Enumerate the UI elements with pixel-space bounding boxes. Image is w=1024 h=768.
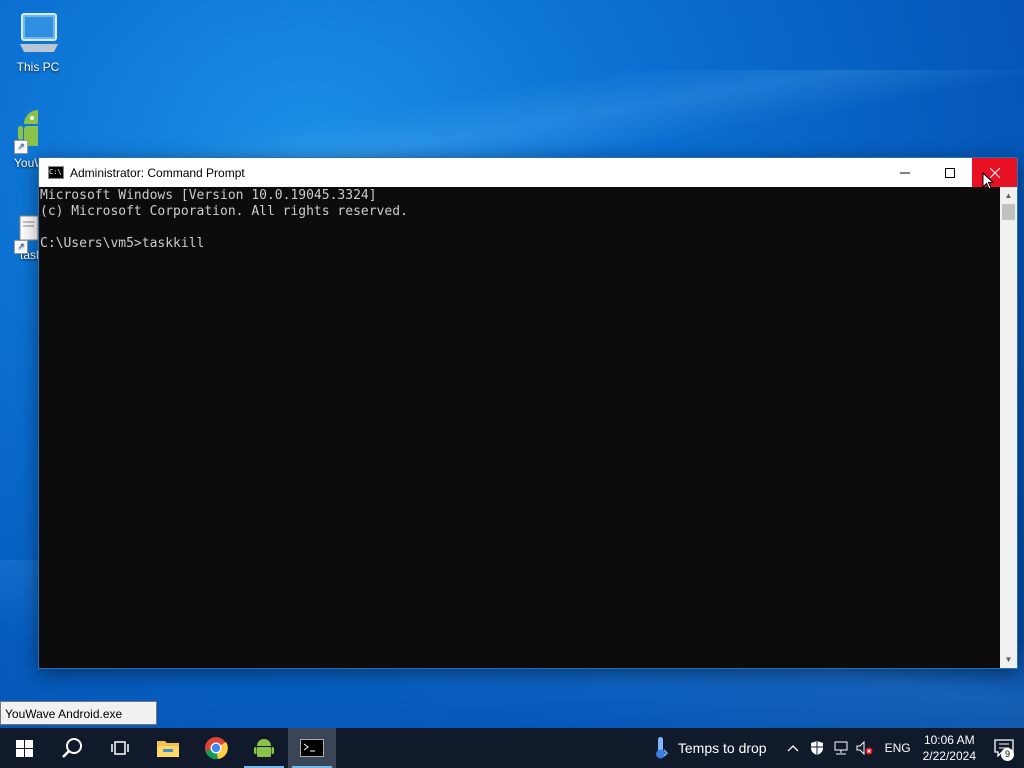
task-view-icon (111, 741, 129, 755)
scroll-up-icon[interactable]: ▲ (1000, 187, 1017, 204)
action-center-button[interactable]: 9 (984, 728, 1024, 768)
wallpaper-beam (0, 70, 1024, 160)
console-line: Microsoft Windows [Version 10.0.19045.33… (40, 188, 377, 203)
youwave-android-button[interactable] (240, 728, 288, 768)
system-tray: Temps to drop ENG 10:06 AM 2/22/2024 9 (654, 728, 1024, 768)
console-line: C:\Users\vm5>taskkill (40, 236, 205, 251)
search-icon (62, 738, 82, 758)
computer-icon (14, 10, 62, 58)
desktop-icon-youwave[interactable]: ↗ YouWave Android (8, 104, 38, 170)
close-button[interactable] (972, 158, 1017, 187)
minimize-button[interactable] (882, 158, 927, 187)
notification-count-badge: 9 (1001, 748, 1014, 761)
shield-icon (810, 741, 823, 755)
thermometer-icon (655, 737, 668, 759)
file-explorer-button[interactable] (144, 728, 192, 768)
command-prompt-window[interactable]: C:\ Administrator: Command Prompt Micros… (38, 157, 1018, 669)
desktop-icon-label: This PC (16, 60, 60, 74)
shortcut-arrow-icon: ↗ (14, 140, 28, 154)
desktop-icon-label: YouWave Android (14, 156, 38, 170)
chrome-button[interactable] (192, 728, 240, 768)
cmd-icon: C:\ (48, 166, 64, 179)
weather-text: Temps to drop (677, 740, 767, 756)
security-tray-button[interactable] (805, 740, 829, 756)
taskbar: Temps to drop ENG 10:06 AM 2/22/2024 9 (0, 728, 1024, 768)
folder-icon (157, 741, 179, 757)
clock-time: 10:06 AM (923, 733, 975, 747)
scroll-down-icon[interactable]: ▼ (1000, 651, 1017, 668)
shortcut-arrow-icon: ↗ (14, 240, 28, 254)
weather-widget[interactable]: Temps to drop (654, 736, 767, 760)
desktop-icon-taskkill[interactable]: ↗ taskkill (8, 214, 38, 262)
window-title: Administrator: Command Prompt (70, 165, 245, 180)
cmd-icon (300, 739, 324, 757)
vertical-scrollbar[interactable]: ▲ ▼ (1000, 187, 1017, 668)
task-view-button[interactable] (96, 728, 144, 768)
input-language-indicator[interactable]: ENG (885, 741, 911, 755)
scroll-thumb[interactable] (1002, 204, 1015, 220)
mouse-cursor-icon (982, 172, 994, 190)
command-prompt-button[interactable] (288, 728, 336, 768)
maximize-icon (944, 167, 955, 178)
start-button[interactable] (0, 728, 48, 768)
windows-logo-icon (15, 739, 33, 757)
speaker-muted-icon (856, 741, 873, 755)
title-bar[interactable]: C:\ Administrator: Command Prompt (39, 158, 1017, 187)
minimize-icon (899, 172, 910, 173)
tooltip: YouWave Android.exe (0, 701, 157, 725)
network-icon (834, 741, 848, 755)
console-line: (c) Microsoft Corporation. All rights re… (40, 204, 408, 219)
search-button[interactable] (48, 728, 96, 768)
chevron-up-icon (787, 745, 799, 752)
volume-tray-button[interactable] (853, 741, 877, 755)
desktop-icon-this-pc[interactable]: This PC (8, 10, 68, 74)
clock[interactable]: 10:06 AM 2/22/2024 (923, 732, 976, 764)
maximize-button[interactable] (927, 158, 972, 187)
android-icon (254, 739, 274, 757)
clock-date: 2/22/2024 (922, 749, 976, 763)
chrome-icon (205, 737, 228, 760)
console-output[interactable]: Microsoft Windows [Version 10.0.19045.33… (39, 187, 1000, 668)
show-hidden-icons-button[interactable] (781, 744, 805, 752)
network-tray-button[interactable] (829, 741, 853, 755)
